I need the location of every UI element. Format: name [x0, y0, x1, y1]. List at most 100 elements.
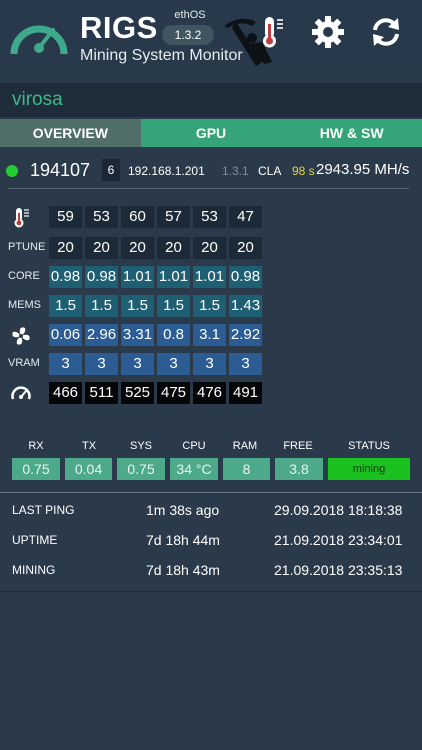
- tab-bar: OVERVIEW GPU HW & SW: [0, 119, 422, 147]
- hashrate: 2943.95 MH/s: [316, 161, 410, 178]
- gpu-stat-cell: 3: [85, 353, 118, 375]
- tab-overview[interactable]: OVERVIEW: [0, 119, 141, 147]
- gpu-stat-row: VRAM 3 3 3 3 3 3: [0, 353, 422, 375]
- gpu-stat-row: MEMS 1.5 1.5 1.5 1.5 1.5 1.43: [0, 295, 422, 317]
- thermometer-icon: [10, 207, 32, 229]
- gpu-stat-cell: 3.1: [193, 324, 226, 346]
- gpu-stat-cell: 1.01: [121, 266, 154, 288]
- tab-hw-sw[interactable]: HW & SW: [281, 119, 422, 147]
- summary-sys: 0.75: [117, 458, 165, 480]
- gear-icon[interactable]: [310, 14, 346, 50]
- gpu-stat-cell: 2.96: [85, 324, 118, 346]
- summary-header-sys: SYS: [129, 440, 152, 452]
- gpu-stat-cell: 1.01: [193, 266, 226, 288]
- gpu-stat-cell: 1.5: [49, 295, 82, 317]
- uptime-duration: 7d 18h 44m: [146, 532, 220, 548]
- gpu-stat-row: 466 511 525 475 476 491: [0, 382, 422, 404]
- rig-name: virosa: [12, 89, 63, 110]
- gpu-stat-cell: 511: [85, 382, 118, 404]
- row-label: CORE: [8, 270, 40, 282]
- gpu-stat-cell: 20: [157, 237, 190, 259]
- gpu-stat-cell: 3: [157, 353, 190, 375]
- summary-rx: 0.75: [12, 458, 60, 480]
- rig-id: 194107: [30, 160, 91, 180]
- gpu-stat-cell: 0.98: [229, 266, 262, 288]
- gpu-stat-cell: 20: [49, 237, 82, 259]
- mining-label: MINING: [12, 563, 56, 577]
- uptime-label: UPTIME: [12, 533, 58, 547]
- last-ping-datetime: 29.09.2018 18:18:38: [274, 502, 403, 518]
- last-ping-label: LAST PING: [12, 503, 75, 517]
- gpu-stat-cell: 1.01: [157, 266, 190, 288]
- gpu-stat-cell: 0.8: [157, 324, 190, 346]
- rig-version: 1.3.1: [222, 164, 249, 178]
- gpu-stat-cell: 1.5: [193, 295, 226, 317]
- gpu-stat-cell: 20: [229, 237, 262, 259]
- rig-status-line: 194107 6 192.168.1.201 1.3.1 CLA 98 s 29…: [0, 156, 422, 184]
- gpu-stat-cell: 1.43: [229, 295, 262, 317]
- gpu-stat-cell: 475: [157, 382, 190, 404]
- refresh-icon[interactable]: [368, 14, 404, 50]
- gpu-stat-cell: 3.31: [121, 324, 154, 346]
- gpu-stat-cell: 60: [121, 206, 154, 228]
- mining-datetime: 21.09.2018 23:35:13: [274, 562, 403, 578]
- summary-tx: 0.04: [65, 458, 112, 480]
- summary-ram: 8: [223, 458, 270, 480]
- gpu-stat-cell: 0.06: [49, 324, 82, 346]
- gpu-stat-cell: 525: [121, 382, 154, 404]
- rig-name-bar: virosa: [0, 83, 422, 117]
- empty-area: [0, 592, 422, 750]
- gpu-stat-cell: 20: [85, 237, 118, 259]
- gpu-stat-cell: 47: [229, 206, 262, 228]
- summary-header-tx: TX: [81, 440, 97, 452]
- os-version-badge: 1.3.2: [162, 25, 214, 45]
- uptime-datetime: 21.09.2018 23:34:01: [274, 532, 403, 548]
- gpu-stat-cell: 1.5: [157, 295, 190, 317]
- fan-icon: [10, 325, 32, 347]
- gpu-stat-row: PTUNE 20 20 20 20 20 20: [0, 237, 422, 259]
- last-ping-ago: 1m 38s ago: [146, 502, 220, 518]
- os-label: ethOS: [174, 9, 206, 21]
- thermometer-icon[interactable]: [252, 14, 288, 50]
- summary-free: 3.8: [275, 458, 323, 480]
- speedometer-icon: [10, 383, 32, 405]
- ip-address: 192.168.1.201: [128, 164, 205, 178]
- gpu-stat-cell: 3: [229, 353, 262, 375]
- summary-cpu-temp: 34 °C: [170, 458, 218, 480]
- gpu-stat-cell: 53: [193, 206, 226, 228]
- summary-header-rx: RX: [28, 440, 44, 452]
- gpu-stat-row: 59 53 60 57 53 47: [0, 206, 422, 228]
- gpu-stat-cell: 1.5: [85, 295, 118, 317]
- gpu-stat-cell: 57: [157, 206, 190, 228]
- mining-duration: 7d 18h 43m: [146, 562, 220, 578]
- gpu-stat-cell: 491: [229, 382, 262, 404]
- gpu-stat-cell: 476: [193, 382, 226, 404]
- gpu-count-badge: 6: [102, 159, 120, 181]
- row-label: MEMS: [8, 299, 41, 311]
- gpu-stat-cell: 0.98: [49, 266, 82, 288]
- status-badge: mining: [328, 458, 410, 480]
- summary-header-free: FREE: [283, 440, 313, 452]
- brand-title: RIGS: [80, 10, 158, 45]
- gauge-logo-icon: [10, 14, 68, 55]
- gpu-stat-cell: 20: [121, 237, 154, 259]
- gpu-stat-row: 0.06 2.96 3.31 0.8 3.1 2.92: [0, 324, 422, 346]
- gpu-stat-cell: 3: [49, 353, 82, 375]
- gpu-stat-cell: 20: [193, 237, 226, 259]
- miner-uptime-seconds: 98 s: [292, 164, 315, 178]
- gpu-stat-cell: 0.98: [85, 266, 118, 288]
- miner-name: CLA: [258, 164, 282, 178]
- gpu-stat-cell: 53: [85, 206, 118, 228]
- divider: [0, 492, 422, 493]
- gpu-stat-cell: 2.92: [229, 324, 262, 346]
- tab-gpu[interactable]: GPU: [140, 119, 282, 147]
- gpu-stat-cell: 3: [193, 353, 226, 375]
- gpu-stat-cell: 59: [49, 206, 82, 228]
- app-header: RIGS ethOS 1.3.2 Mining System Monitor: [0, 0, 422, 72]
- gpu-stat-cell: 466: [49, 382, 82, 404]
- brand-subtitle: Mining System Monitor: [80, 47, 243, 64]
- gpu-stat-cell: 1.5: [121, 295, 154, 317]
- row-label: VRAM: [8, 357, 40, 369]
- gpu-stat-cell: 3: [121, 353, 154, 375]
- row-label: PTUNE: [8, 241, 46, 253]
